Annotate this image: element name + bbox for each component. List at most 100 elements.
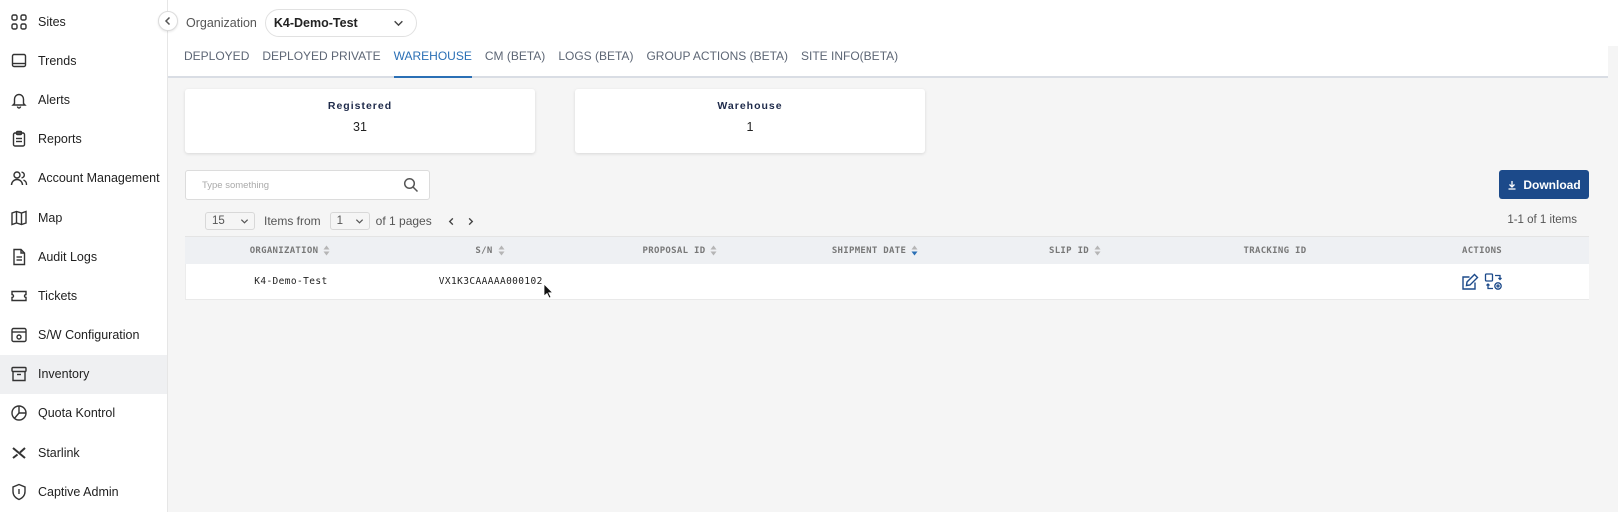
map-icon [10,209,28,227]
items-count: 1-1 of 1 items [1507,214,1577,226]
table-header: ORGANIZATION S/N PROPOSAL ID SHIPMENT DA… [185,236,1589,264]
document-icon [10,248,28,266]
sort-desc-icon [911,245,918,256]
column-header-sn[interactable]: S/N [395,245,585,256]
sidebar-item-captive-admin[interactable]: Captive Admin [0,472,167,511]
sidebar-collapse-button[interactable] [158,11,178,31]
tab-logs-beta[interactable]: LOGS (BETA) [558,44,640,76]
page-number-value: 1 [336,215,344,227]
sidebar-item-account-management[interactable]: Account Management [0,159,167,198]
tab-group-actions-beta[interactable]: GROUP ACTIONS (BETA) [646,44,795,76]
page-size-select[interactable]: 15 [205,212,255,230]
column-header-actions: ACTIONS [1461,245,1503,256]
sidebar-item-starlink[interactable]: Starlink [0,433,167,472]
chevron-down-icon [355,218,363,224]
sidebar-item-label: Quota Kontrol [38,406,116,421]
tab-warehouse[interactable]: WAREHOUSE [393,44,479,78]
clipboard-icon [10,130,28,148]
organization-label: Organization [186,16,257,30]
column-header-slip-id[interactable]: SLIP ID [975,245,1175,256]
sidebar-item-trends[interactable]: Trends [0,41,167,80]
sort-icon [498,245,505,256]
sidebar-item-label: Starlink [38,445,80,460]
sidebar-item-label: Trends [38,53,77,68]
sort-icon [1094,245,1101,256]
items-from-label: Items from [264,214,321,228]
column-header-shipment-date[interactable]: SHIPMENT DATE [775,245,975,256]
sidebar-item-label: Sites [38,14,66,29]
sidebar-item-sw-configuration[interactable]: S/W Configuration [0,316,167,355]
sidebar-item-tickets[interactable]: Tickets [0,276,167,315]
registered-card: Registered 31 [185,89,535,153]
sidebar-item-reports[interactable]: Reports [0,120,167,159]
of-pages-label: of 1 pages [375,214,432,228]
cell-organization: K4-Demo-Test [254,276,328,287]
search-input[interactable] [202,179,382,191]
warehouse-card: Warehouse 1 [575,89,925,153]
sidebar-item-sites[interactable]: Sites [0,2,167,41]
pie-icon [10,404,28,422]
sidebar-item-audit-logs[interactable]: Audit Logs [0,237,167,276]
registered-value: 31 [353,120,367,134]
previous-page-button[interactable] [444,213,460,229]
main-content: Registered 31 Warehouse 1 Download 15 It… [168,78,1610,512]
table-row: K4-Demo-Test VX1K3CAAAAA000102 [185,264,1589,300]
edit-icon[interactable] [1460,272,1480,292]
sidebar-item-alerts[interactable]: Alerts [0,80,167,119]
tab-bar: DEPLOYED DEPLOYED PRIVATE WAREHOUSE CM (… [168,46,1608,78]
download-label: Download [1523,177,1581,192]
page-number-select[interactable]: 1 [329,212,370,230]
sidebar-item-label: Audit Logs [38,249,98,264]
pagination-bar: 15 Items from 1 of 1 pages 1-1 of 1 item… [185,207,1589,235]
warehouse-label: Warehouse [717,100,783,112]
top-header: Organization K4-Demo-Test [168,0,1618,46]
tab-deployed-private[interactable]: DEPLOYED PRIVATE [262,44,387,76]
bell-icon [10,91,28,109]
column-header-proposal-id[interactable]: PROPOSAL ID [585,245,775,256]
organization-select[interactable]: K4-Demo-Test [264,9,417,37]
sidebar: Sites Trends Alerts Reports Account Mana… [0,0,168,512]
chevron-down-icon [394,20,403,26]
organization-value: K4-Demo-Test [273,16,358,30]
sort-icon [710,245,717,256]
transfer-settings-icon[interactable] [1484,272,1504,292]
ticket-icon [10,287,28,305]
chevron-down-icon [240,218,249,224]
download-button[interactable]: Download [1499,170,1589,199]
starlink-x-icon [10,444,28,462]
archive-box-icon [10,365,28,383]
sidebar-item-label: Reports [38,132,82,147]
sidebar-item-label: S/W Configuration [38,328,140,343]
monitor-icon [10,52,28,70]
sidebar-item-quota-kontrol[interactable]: Quota Kontrol [0,394,167,433]
tab-cm-beta[interactable]: CM (BETA) [485,44,552,76]
sidebar-item-inventory[interactable]: Inventory [0,354,167,394]
column-header-organization[interactable]: ORGANIZATION [185,245,395,256]
page-size-value: 15 [212,215,225,227]
chevron-right-icon [468,217,474,225]
sidebar-item-label: Captive Admin [38,484,119,499]
search-box [185,170,430,200]
users-icon [10,169,28,187]
sidebar-item-map[interactable]: Map [0,198,167,237]
sidebar-item-label: Inventory [38,367,90,382]
chevron-left-icon [164,16,171,26]
warehouse-value: 1 [746,120,754,134]
cell-sn: VX1K3CAAAAA000102 [438,276,543,287]
sort-icon [323,245,330,256]
next-page-button[interactable] [463,213,479,229]
chevron-left-icon [448,217,454,225]
tab-deployed[interactable]: DEPLOYED [184,44,256,76]
mouse-cursor-icon [543,283,554,299]
warehouse-table: 15 Items from 1 of 1 pages 1-1 of 1 item… [185,207,1589,388]
sidebar-item-label: Tickets [38,288,78,303]
sidebar-item-label: Map [38,210,63,225]
download-icon [1508,180,1516,190]
registered-label: Registered [327,100,393,112]
grid-icon [10,13,28,31]
search-icon[interactable] [403,177,419,193]
sidebar-item-label: Alerts [38,92,70,107]
shield-icon [10,483,28,501]
tab-site-info-beta[interactable]: SITE INFO(BETA) [801,44,905,76]
cell-actions [1375,272,1589,292]
